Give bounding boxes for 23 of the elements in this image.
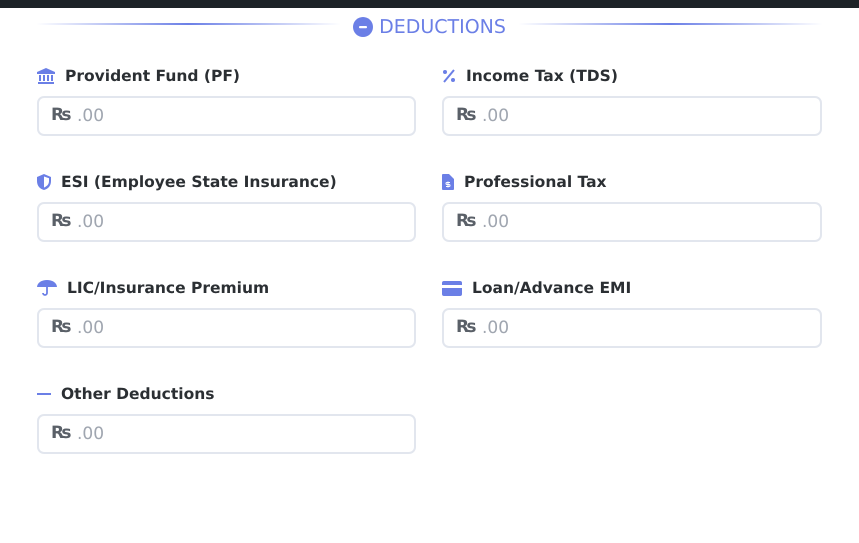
field-label: LIC/Insurance Premium (67, 279, 270, 297)
credit-card-icon (442, 280, 462, 296)
field-label: ESI (Employee State Insurance) (61, 173, 337, 191)
currency-prefix: ₨ (51, 105, 70, 125)
field-label: Professional Tax (464, 173, 607, 191)
minus-circle-icon (353, 17, 374, 37)
dollar-document-icon (442, 174, 454, 190)
umbrella-icon (37, 280, 57, 296)
percent-icon (442, 69, 456, 83)
currency-prefix: ₨ (456, 317, 474, 337)
minus-icon (37, 392, 51, 396)
currency-prefix: ₨ (456, 211, 474, 231)
currency-prefix: ₨ (51, 317, 70, 337)
field-label: Income Tax (TDS) (466, 67, 618, 85)
bank-icon (37, 68, 55, 84)
field-label: Loan/Advance EMI (472, 279, 632, 297)
field-label: Other Deductions (61, 385, 215, 403)
currency-prefix: ₨ (51, 423, 70, 443)
shield-icon (37, 174, 51, 190)
currency-prefix: ₨ (456, 105, 474, 125)
section-title: DEDUCTIONS (379, 16, 506, 38)
field-label: Provident Fund (PF) (65, 67, 240, 85)
currency-prefix: ₨ (51, 211, 70, 231)
